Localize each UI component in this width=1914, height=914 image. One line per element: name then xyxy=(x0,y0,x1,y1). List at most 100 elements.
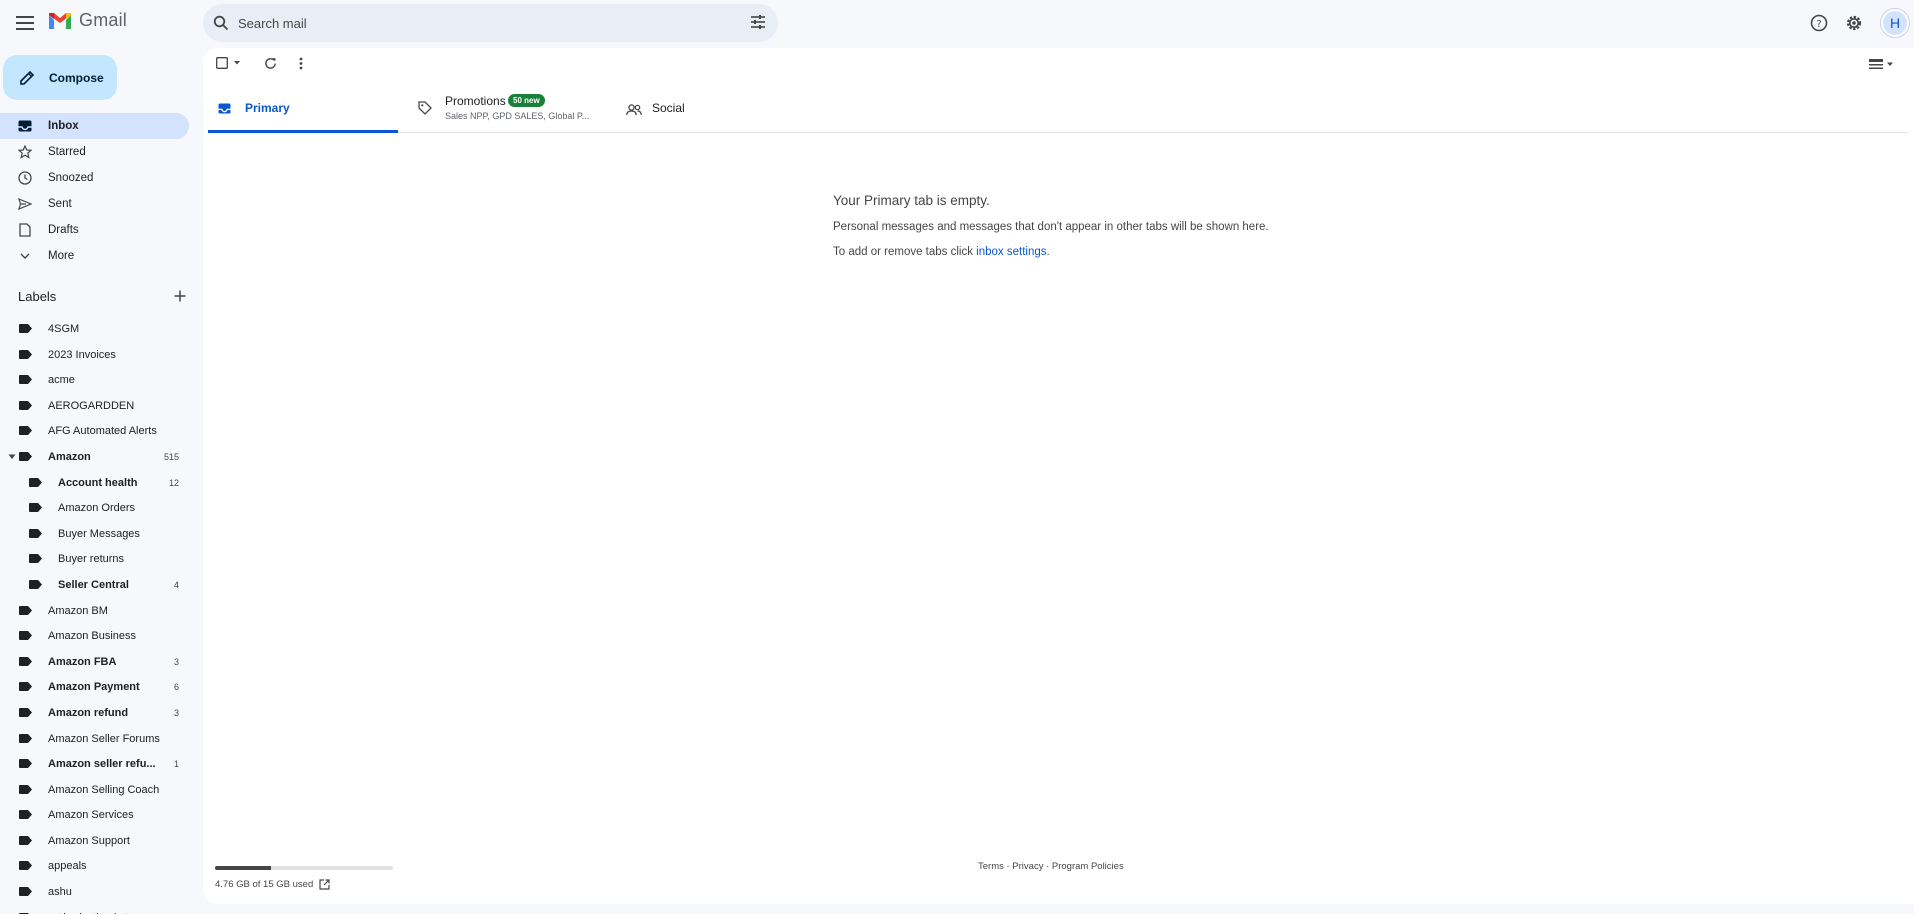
label-icon xyxy=(19,835,32,845)
label-name: Amazon Seller Forums xyxy=(48,732,160,745)
label-item[interactable]: appeals xyxy=(0,853,185,879)
storage-text: 4.76 GB of 15 GB used xyxy=(215,879,314,890)
label-icon xyxy=(19,451,32,461)
label-name: Amazon Support xyxy=(48,834,130,847)
label-icon xyxy=(19,349,32,359)
support-button[interactable]: ? xyxy=(1806,10,1832,36)
new-count-badge: 50 new xyxy=(508,94,545,107)
unread-count: 6 xyxy=(173,682,179,693)
refresh-button[interactable] xyxy=(264,57,277,70)
label-item[interactable]: Seller Central 4 xyxy=(0,572,185,598)
label-item[interactable]: Amazon Orders xyxy=(0,495,185,521)
inbox-icon xyxy=(18,120,32,132)
sidebar-item-drafts[interactable]: Drafts xyxy=(0,217,189,243)
inbox-icon xyxy=(218,103,231,114)
label-name: Buyer returns xyxy=(58,553,125,566)
label-icon xyxy=(19,810,32,820)
label-item[interactable]: authorization letter xyxy=(0,905,185,914)
label-item[interactable]: Buyer Messages xyxy=(0,521,185,547)
label-item[interactable]: Amazon seller refu... 1 xyxy=(0,751,185,777)
label-item[interactable]: Amazon FBA 3 xyxy=(0,649,185,675)
search-bar[interactable] xyxy=(203,4,778,42)
label-icon xyxy=(19,375,32,385)
label-item[interactable]: Amazon BM xyxy=(0,598,185,624)
label-item[interactable]: Amazon Payment 6 xyxy=(0,674,185,700)
label-item[interactable]: Amazon Business xyxy=(0,623,185,649)
top-bar: Gmail ? H xyxy=(0,0,1914,46)
tab-promotions[interactable]: Promotions 50 new Sales NPP, GPD SALES, … xyxy=(408,86,606,133)
footer-links[interactable]: Terms · Privacy · Program Policies xyxy=(978,861,1124,872)
label-name: Amazon seller refu... xyxy=(48,758,156,771)
sidebar-item-label: Sent xyxy=(48,198,72,210)
storage-bar xyxy=(215,866,393,870)
more-options-button[interactable] xyxy=(299,57,303,70)
label-icon xyxy=(29,477,42,487)
label-item[interactable]: Buyer returns xyxy=(0,546,185,572)
label-name: AEROGARDDEN xyxy=(48,399,135,412)
gmail-logo[interactable]: Gmail xyxy=(47,10,127,31)
label-icon xyxy=(19,605,32,615)
label-item[interactable]: 2023 Invoices xyxy=(0,342,185,368)
label-icon xyxy=(19,656,32,666)
svg-text:?: ? xyxy=(1816,19,1821,30)
tab-primary[interactable]: Primary xyxy=(208,86,398,133)
sidebar-item-label: Snoozed xyxy=(48,172,94,184)
tab-social[interactable]: Social xyxy=(616,86,766,133)
search-icon xyxy=(213,15,229,31)
add-label-icon[interactable] xyxy=(174,290,186,302)
label-name: Seller Central xyxy=(58,578,129,591)
tag-icon xyxy=(418,101,432,115)
people-icon xyxy=(626,104,642,116)
hint-prefix: To add or remove tabs click xyxy=(833,246,977,258)
label-item[interactable]: Amazon Support xyxy=(0,828,185,854)
main-menu-button[interactable] xyxy=(12,10,38,36)
sidebar-item-inbox[interactable]: Inbox xyxy=(0,113,189,139)
settings-button[interactable] xyxy=(1841,10,1867,36)
unread-count: 515 xyxy=(163,451,179,462)
search-input[interactable] xyxy=(236,10,716,36)
clock-icon xyxy=(18,171,32,185)
caret-down-icon xyxy=(234,61,240,65)
unread-count: 12 xyxy=(168,477,179,488)
compose-button[interactable]: Compose xyxy=(3,55,117,100)
label-item[interactable]: Amazon Seller Forums xyxy=(0,726,185,752)
mailbox-nav: Inbox Starred Snoozed Sent Drafts More xyxy=(0,113,190,269)
label-name: 2023 Invoices xyxy=(48,348,116,361)
label-name: acme xyxy=(48,374,75,387)
label-item[interactable]: Amazon Selling Coach xyxy=(0,777,185,803)
caret-down-icon[interactable] xyxy=(8,454,16,460)
label-item[interactable]: AFG Automated Alerts xyxy=(0,418,185,444)
open-in-new-icon[interactable] xyxy=(319,879,330,890)
account-avatar[interactable]: H xyxy=(1881,9,1909,37)
label-name: Amazon refund xyxy=(48,706,129,719)
label-item[interactable]: AEROGARDDEN xyxy=(0,393,185,419)
empty-state-description: Personal messages and messages that don'… xyxy=(833,221,1269,233)
label-name: appeals xyxy=(48,860,87,873)
select-all-checkbox[interactable] xyxy=(216,57,242,69)
sidebar-item-sent[interactable]: Sent xyxy=(0,191,189,217)
label-item[interactable]: 4SGM xyxy=(0,316,185,342)
unread-count: 1 xyxy=(173,759,179,770)
label-icon xyxy=(29,528,42,538)
label-item[interactable]: Amazon 515 xyxy=(0,444,185,470)
label-icon xyxy=(19,631,32,641)
sidebar-item-more[interactable]: More xyxy=(0,243,189,269)
label-name: Amazon Selling Coach xyxy=(48,783,160,796)
sidebar: Compose Inbox Starred Snoozed Sent Draft… xyxy=(0,46,200,914)
storage-bar-fill xyxy=(215,866,272,870)
split-pane-toggle[interactable] xyxy=(1869,59,1894,69)
sidebar-item-snoozed[interactable]: Snoozed xyxy=(0,165,189,191)
label-item[interactable]: Amazon Services xyxy=(0,802,185,828)
main-panel: Primary Promotions 50 new Sales NPP, GPD… xyxy=(203,48,1914,904)
sidebar-item-starred[interactable]: Starred xyxy=(0,139,189,165)
empty-state-title: Your Primary tab is empty. xyxy=(833,193,990,208)
inbox-settings-link[interactable]: inbox settings xyxy=(976,246,1046,258)
density-icon xyxy=(1869,59,1883,69)
label-name: AFG Automated Alerts xyxy=(48,425,157,438)
label-item[interactable]: ashu xyxy=(0,879,185,905)
label-item[interactable]: Account health 12 xyxy=(0,470,185,496)
label-item[interactable]: acme xyxy=(0,367,185,393)
label-name: Amazon Payment xyxy=(48,681,140,694)
label-item[interactable]: Amazon refund 3 xyxy=(0,700,185,726)
mail-toolbar xyxy=(203,48,1914,84)
